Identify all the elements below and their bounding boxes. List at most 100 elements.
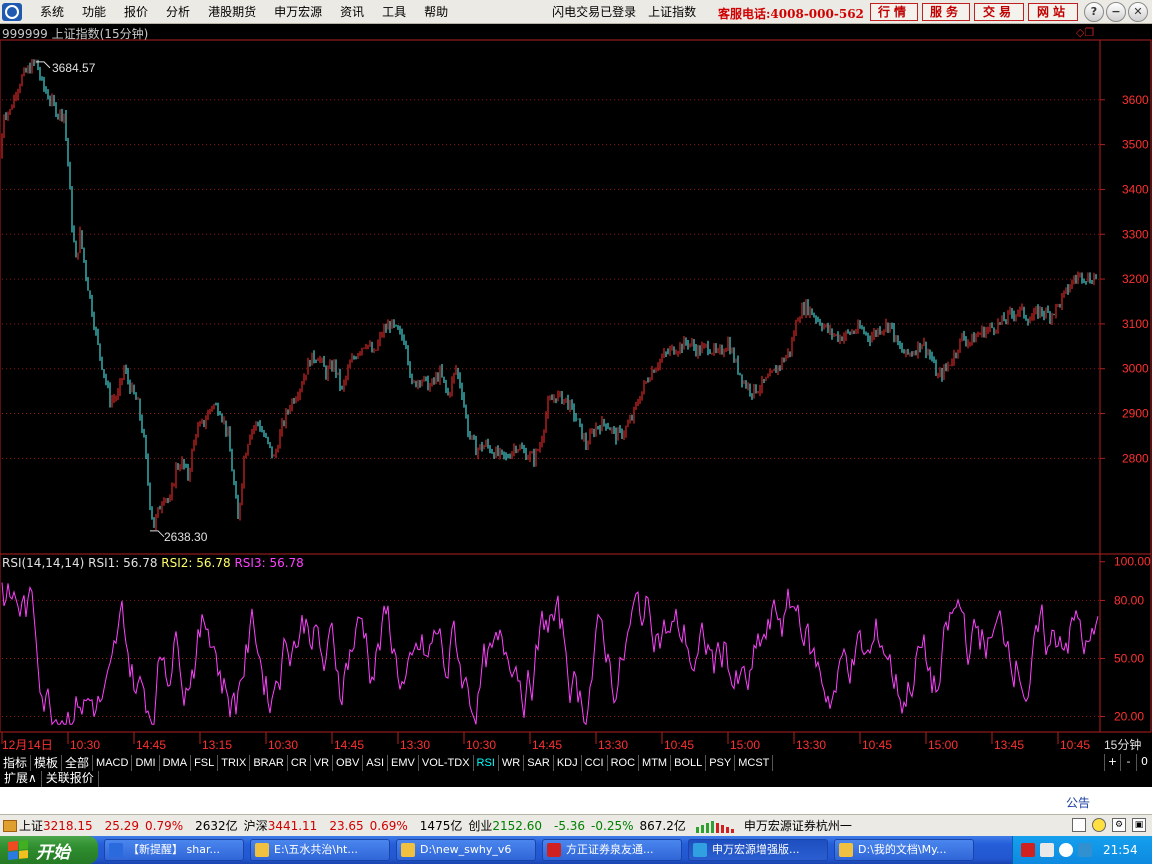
taskbar-item-label: 【新提醒】 shar... [128,843,220,856]
indicator-tab-boll[interactable]: BOLL [671,754,707,771]
taskbar-item[interactable]: 【新提醒】 shar... [104,839,244,861]
rsi-panel-border [0,553,1152,733]
time-tick-label: 13:30 [796,738,826,752]
related-quotes-tab[interactable]: 关联报价 [42,771,99,787]
alert-icon[interactable] [1092,818,1106,832]
indicator-tab-mcst[interactable]: MCST [735,754,774,771]
folder-icon[interactable] [3,819,17,832]
rsi-tick-label: 100.00 [1114,555,1151,569]
cy-amount: 867.2亿 [639,819,686,833]
hs-value: 3441.11 [267,818,318,833]
menu-analysis[interactable]: 分析 [166,3,190,20]
menu-function[interactable]: 功能 [82,3,106,20]
chart-corner-icons[interactable]: ◇❐ [1076,26,1094,39]
taskbar-item[interactable]: D:\new_swhy_v6 [396,839,536,861]
period-label[interactable]: 15分钟 [1104,737,1141,752]
time-tick-label: 10:45 [1060,738,1090,752]
chart-canvas[interactable]: 2800 2900 3000 3100 3200 3300 3400 3500 3600 3684… [0,24,1152,754]
rsi-panel-title: RSI(14,14,14) RSI1: 56.78 RSI2: 56.78 RS… [2,556,304,570]
indicator-tab-emv[interactable]: EMV [388,754,419,771]
indicator-tab-asi[interactable]: ASI [363,754,389,771]
sh-pct: 0.79% [145,818,184,833]
menu-quote[interactable]: 报价 [124,3,148,20]
taskbar-item-label: D:\new_swhy_v6 [420,843,512,856]
price-tick-label: 3200 [1122,272,1149,286]
indicator-tab-wr[interactable]: WR [499,754,525,771]
settings-icon[interactable]: ⚙ [1112,818,1126,832]
indicator-tab-fsl[interactable]: FSL [191,754,219,771]
taskbar-item-label: D:\我的文档\My... [858,843,947,856]
time-tick-label: 13:30 [598,738,628,752]
time-tick-label: 13:15 [202,738,232,752]
indicator-tab-vr[interactable]: VR [311,754,334,771]
menu-tools[interactable]: 工具 [382,3,406,20]
expand-tab[interactable]: 扩展∧ [0,771,42,787]
network-icon[interactable] [1040,843,1054,857]
taskbar-item[interactable]: D:\我的文档\My... [834,839,974,861]
app-icon [255,843,269,857]
indicator-tab-macd[interactable]: MACD [93,754,133,771]
menu-hk-futures[interactable]: 港股期货 [208,3,256,20]
price-tick-label: 3100 [1122,317,1149,331]
notice-bar: 公告 [0,787,1152,814]
price-tick-label: 3600 [1122,93,1149,107]
clock: 21:54 [1103,843,1138,857]
taskbar-item[interactable]: 申万宏源增强版... [688,839,828,861]
indicator-tab-全部[interactable]: 全部 [62,754,94,771]
trade-button[interactable]: 交易 [974,3,1024,21]
qq-icon[interactable] [1059,843,1073,857]
indicator-tab-cr[interactable]: CR [288,754,311,771]
close-icon[interactable]: ✕ [1128,2,1148,22]
menu-swhy[interactable]: 申万宏源 [274,3,322,20]
chart-area[interactable]: 2800 2900 3000 3100 3200 3300 3400 3500 3600 3684… [0,24,1152,754]
minimize-icon[interactable]: − [1106,2,1126,22]
indicator-tab-指标[interactable]: 指标 [0,754,32,771]
indicator-tab-mtm[interactable]: MTM [639,754,672,771]
indicator-tab-模板[interactable]: 模板 [31,754,63,771]
indicator-tab-obv[interactable]: OBV [333,754,364,771]
security-icon[interactable] [1021,843,1035,857]
current-index-name: 上证指数 [648,5,697,19]
indicator-tab-trix[interactable]: TRIX [218,754,251,771]
breadth-bar [725,826,729,833]
sh-change: 25.29 [104,818,139,833]
breadth-bar [695,826,699,833]
indicator-tab-psy[interactable]: PSY [706,754,736,771]
indicator-tab-dma[interactable]: DMA [160,754,192,771]
indicator-tab-rsi[interactable]: RSI [474,754,499,771]
indicator-tab-brar[interactable]: BRAR [250,754,288,771]
time-tick-label: 10:30 [70,738,100,752]
indicator-tab-roc[interactable]: ROC [608,754,640,771]
menu-news[interactable]: 资讯 [340,3,364,20]
indicator-tab-cci[interactable]: CCI [582,754,608,771]
hs-change: 23.65 [329,818,364,833]
menu-help[interactable]: 帮助 [424,3,448,20]
rsi-tick-label: 50.00 [1114,651,1144,665]
high-price-label: 3684.57 [52,61,96,75]
app-logo-icon[interactable] [2,2,22,21]
help-icon[interactable]: ? [1084,2,1104,22]
remove-indicator-button[interactable]: - [1120,754,1136,771]
indicator-tab-vol-tdx[interactable]: VOL-TDX [419,754,474,771]
menu-system[interactable]: 系统 [40,3,64,20]
start-button[interactable]: 开始 [0,836,98,864]
taskbar-item[interactable]: 方正证券泉友通... [542,839,682,861]
service-button[interactable]: 服务 [922,3,970,21]
website-button[interactable]: 网站 [1028,3,1078,21]
reset-indicator-button[interactable]: 0 [1136,754,1152,771]
volume-icon[interactable] [1078,843,1092,857]
lock-icon[interactable]: ▣ [1132,818,1146,832]
app-icon [693,843,707,857]
breadth-bar [700,824,704,833]
low-price-label: 2638.30 [164,530,208,544]
notice-link[interactable]: 公告 [1066,794,1090,811]
indicator-tab-dmi[interactable]: DMI [132,754,160,771]
time-tick-label: 10:45 [664,738,694,752]
window-icon[interactable] [1072,818,1086,832]
market-button[interactable]: 行情 [870,3,918,21]
taskbar-item[interactable]: E:\五水共治\ht... [250,839,390,861]
indicator-tab-sar[interactable]: SAR [524,754,554,771]
indicator-tab-kdj[interactable]: KDJ [554,754,582,771]
add-indicator-button[interactable]: + [1104,754,1120,771]
cy-value: 2152.60 [492,818,542,833]
